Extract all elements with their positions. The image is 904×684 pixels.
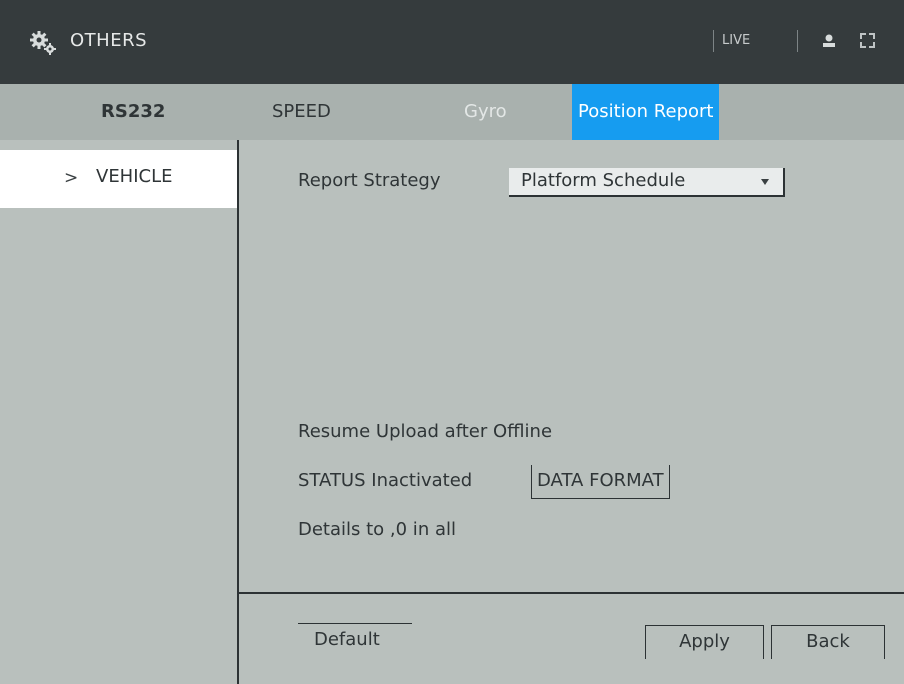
header-divider [713, 30, 714, 52]
data-format-button[interactable]: DATA FORMAT [531, 465, 670, 499]
chevron-down-icon [761, 179, 769, 185]
content-divider-vertical [237, 140, 239, 684]
report-strategy-select[interactable]: Platform Schedule [509, 168, 785, 197]
report-strategy-label: Report Strategy [298, 170, 441, 191]
tab-bar: RS232 SPEED Gyro Position Report [0, 84, 904, 140]
tab-position-report[interactable]: Position Report [572, 84, 720, 140]
user-icon[interactable] [820, 32, 838, 50]
sidebar-item-vehicle[interactable]: > VEHICLE [0, 150, 237, 208]
grid-icon[interactable] [857, 30, 879, 52]
resume-upload-label: Resume Upload after Offline [298, 421, 553, 442]
status-text: STATUS Inactivated [298, 470, 473, 491]
chevron-right-icon: > [64, 168, 79, 188]
gear-icon [30, 31, 56, 55]
tab-gyro[interactable]: Gyro [464, 84, 507, 140]
sidebar-item-label: VEHICLE [96, 166, 173, 187]
top-bar: OTHERS LIVE [0, 0, 904, 84]
tab-speed[interactable]: SPEED [272, 84, 331, 140]
sidebar: > VEHICLE [0, 140, 237, 684]
details-text: Details to ,0 in all [298, 519, 456, 540]
back-button[interactable]: Back [771, 625, 885, 659]
footer-divider [239, 592, 904, 594]
header-divider [797, 30, 798, 52]
live-button[interactable]: LIVE [722, 33, 750, 48]
default-button[interactable]: Default [298, 623, 412, 657]
tab-rs232[interactable]: RS232 [101, 84, 165, 140]
app-title: OTHERS [70, 30, 148, 51]
report-strategy-value: Platform Schedule [521, 170, 686, 191]
apply-button[interactable]: Apply [645, 625, 764, 659]
